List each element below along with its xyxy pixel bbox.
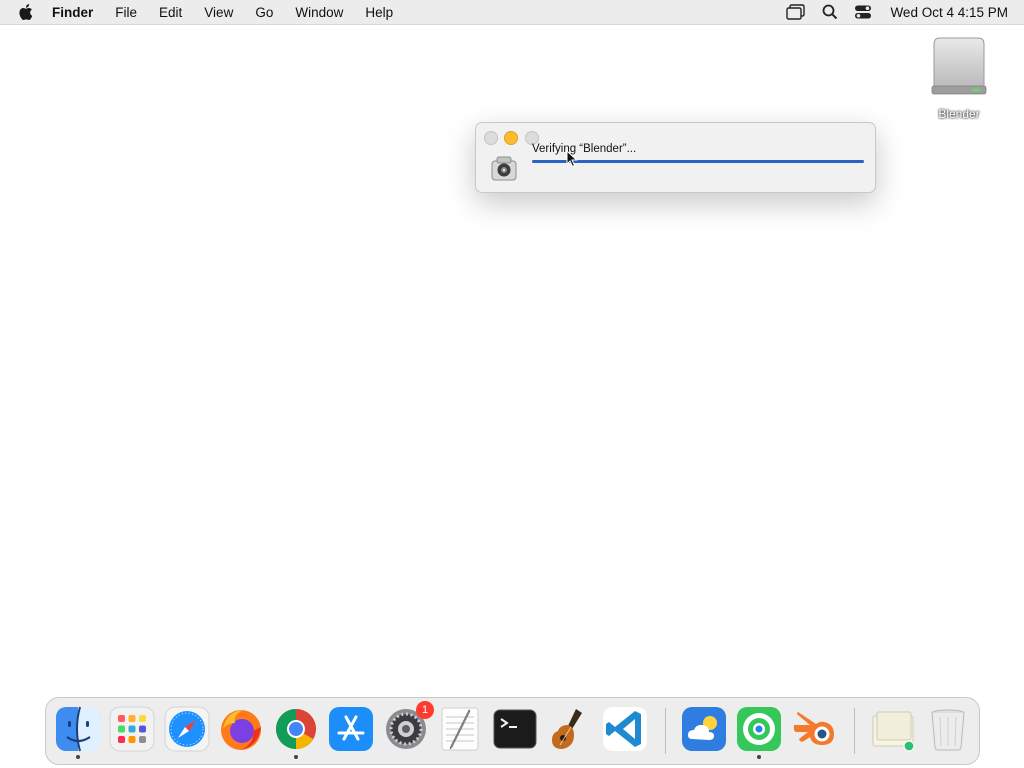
close-button[interactable]: [484, 131, 498, 145]
disk-label: Blender: [938, 107, 980, 121]
dock-garageband[interactable]: [546, 705, 594, 753]
blender-icon: [793, 712, 834, 745]
notification-badge: 1: [416, 701, 434, 719]
terminal-icon: [493, 709, 537, 749]
menubar-clock[interactable]: Wed Oct 4 4:15 PM: [890, 5, 1008, 20]
dock-terminal[interactable]: [491, 705, 539, 753]
spotlight-search-icon[interactable]: [822, 4, 838, 20]
app-store-icon: [329, 707, 373, 751]
trash-icon: [931, 709, 965, 751]
dock-chrome[interactable]: [272, 705, 320, 759]
preview-icon: [872, 711, 915, 752]
dock-trash[interactable]: [924, 705, 972, 753]
disk-image-mounter-icon: [489, 153, 519, 183]
menu-bar: Finder File Edit View Go Window Help Wed…: [0, 0, 1024, 25]
menu-view[interactable]: View: [204, 5, 233, 20]
dock-textedit[interactable]: [436, 705, 484, 753]
menu-help[interactable]: Help: [365, 5, 393, 20]
dock-vscode[interactable]: [601, 705, 649, 753]
menu-window[interactable]: Window: [295, 5, 343, 20]
dock: 1: [45, 697, 980, 765]
textedit-icon: [441, 707, 479, 751]
dock-find-my[interactable]: [735, 705, 783, 759]
progress-fill: [532, 160, 864, 163]
apple-menu-icon[interactable]: [16, 2, 38, 22]
dock-app-store[interactable]: [327, 705, 375, 753]
mouse-pointer-icon: [566, 149, 578, 168]
firefox-icon: [221, 710, 261, 750]
vscode-icon: [603, 707, 647, 751]
finder-icon: [56, 706, 100, 752]
desktop-disk-blender[interactable]: Blender: [926, 36, 992, 121]
weather-icon: [682, 707, 726, 751]
dock-safari[interactable]: [163, 705, 211, 753]
chrome-icon: [276, 709, 316, 749]
dock-separator: [665, 708, 666, 754]
external-disk-icon: [931, 37, 987, 95]
running-indicator: [757, 755, 761, 759]
menu-file[interactable]: File: [115, 5, 137, 20]
running-indicator: [76, 755, 80, 759]
menu-go[interactable]: Go: [255, 5, 273, 20]
verify-progress-bar: [532, 160, 864, 163]
window-mirror-icon[interactable]: [786, 4, 806, 20]
running-indicator: [294, 755, 298, 759]
verify-dialog: Verifying “Blender”...: [475, 122, 876, 193]
dock-finder[interactable]: [54, 705, 102, 759]
dialog-title: Verifying “Blender”...: [532, 143, 637, 155]
status-area: Wed Oct 4 4:15 PM: [770, 0, 1008, 24]
dock-weather[interactable]: [680, 705, 728, 753]
safari-icon: [164, 706, 210, 752]
launchpad-icon: [109, 706, 155, 752]
control-center-icon[interactable]: [854, 4, 872, 20]
dock-separator: [854, 708, 855, 754]
menu-finder[interactable]: Finder: [52, 5, 93, 20]
minimize-button[interactable]: [504, 131, 518, 145]
dock-firefox[interactable]: [217, 705, 265, 753]
garageband-icon: [552, 709, 582, 749]
find-my-icon: [737, 707, 781, 751]
dock-preview-stack[interactable]: [869, 705, 917, 753]
dock-system-settings[interactable]: 1: [382, 701, 434, 753]
dock-launchpad[interactable]: [108, 705, 156, 753]
menu-edit[interactable]: Edit: [159, 5, 182, 20]
dock-blender[interactable]: [790, 705, 838, 753]
